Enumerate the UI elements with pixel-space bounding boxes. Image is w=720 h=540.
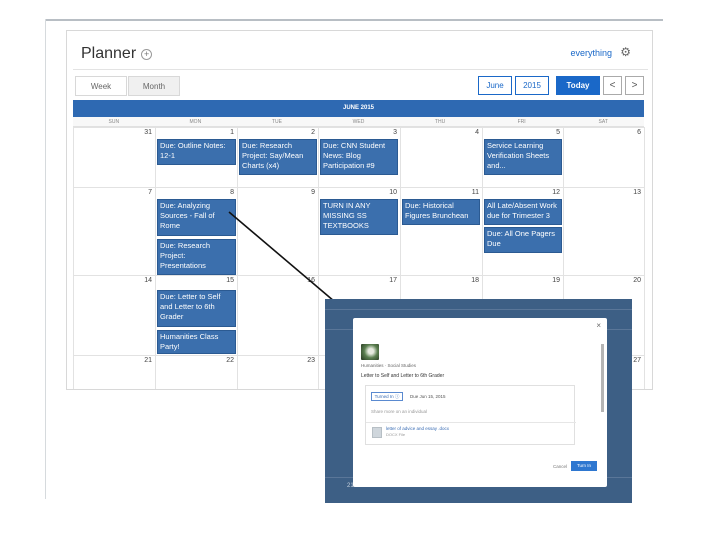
calendar-event[interactable]: Due: Research Project: Presentations	[157, 239, 236, 275]
attachment-link[interactable]: letter of advice and essay .docx	[386, 426, 449, 431]
assignment-popup-screenshot: 21 22 23 24 25 26 × Humanities · Social …	[325, 299, 632, 503]
weekday-wed: WED	[352, 119, 365, 125]
planner-header: Planner +	[81, 45, 153, 63]
calendar-event[interactable]: Due: Historical Figures Brunchean	[402, 199, 480, 225]
calendar-event[interactable]: Due: All One Pagers Due	[484, 227, 562, 253]
date-number[interactable]: 14	[132, 277, 152, 284]
calendar-event[interactable]: Due: Letter to Self and Letter to 6th Gr…	[157, 290, 236, 327]
today-button[interactable]: Today	[556, 76, 600, 95]
date-number[interactable]: 6	[621, 129, 641, 136]
slide-top-rule	[45, 19, 663, 21]
scrollbar[interactable]	[601, 344, 604, 412]
next-button[interactable]: >	[625, 76, 644, 95]
due-date: Due Jun 15, 2015	[410, 394, 446, 399]
turned-in-status[interactable]: Turned In ⓘ	[371, 392, 403, 401]
date-number[interactable]: 20	[621, 277, 641, 284]
date-number[interactable]: 8	[214, 189, 234, 196]
cancel-button[interactable]: Cancel	[553, 464, 567, 469]
day-divider	[318, 127, 319, 389]
date-number[interactable]: 2	[295, 129, 315, 136]
weekday-mon: MON	[189, 119, 202, 125]
date-number[interactable]: 3	[377, 129, 397, 136]
date-number[interactable]: 17	[377, 277, 397, 284]
date-number[interactable]: 23	[295, 357, 315, 364]
calendar-event[interactable]: Due: Outline Notes: 12-1	[157, 139, 236, 165]
date-number[interactable]: 15	[214, 277, 234, 284]
add-icon[interactable]: +	[141, 48, 153, 60]
filter-dropdown[interactable]: everything	[570, 48, 612, 58]
weekday-sat: SAT	[598, 119, 608, 125]
date-number[interactable]: 13	[621, 189, 641, 196]
calendar-event[interactable]: TURN IN ANY MISSING SS TEXTBOOKS	[320, 199, 398, 235]
file-icon	[372, 427, 382, 438]
calendar-event[interactable]: Humanities Class Party!	[157, 330, 236, 354]
attachment-type: DOCX File	[386, 432, 406, 437]
weekday-tue: TUE	[271, 119, 282, 125]
date-number[interactable]: 11	[459, 189, 479, 196]
weekday-sun: SUN	[108, 119, 120, 125]
panel-divider	[366, 422, 576, 423]
month-select[interactable]: June	[478, 76, 512, 95]
tab-week[interactable]: Week	[75, 76, 127, 96]
date-number[interactable]: 19	[540, 277, 560, 284]
slide: Planner + everything ⚙ Week Month June 2…	[0, 0, 720, 540]
date-number[interactable]: 16	[295, 277, 315, 284]
week-divider	[74, 275, 645, 276]
day-divider	[237, 127, 238, 389]
assignment-course: Humanities · Social Studies	[361, 363, 417, 368]
submission-panel: Turned In ⓘ Due Jun 15, 2015 Share more …	[365, 385, 576, 445]
week-divider	[74, 127, 645, 128]
weekday-thu: THU	[434, 119, 446, 125]
day-divider	[155, 127, 156, 389]
date-number[interactable]: 22	[214, 357, 234, 364]
page-title: Planner	[81, 45, 137, 62]
calendar-event[interactable]: Due: Analyzing Sources - Fall of Rome	[157, 199, 236, 236]
toolbar-divider	[73, 69, 648, 70]
week-divider	[74, 187, 645, 188]
date-number[interactable]: 10	[377, 189, 397, 196]
date-number[interactable]: 18	[459, 277, 479, 284]
date-number[interactable]: 5	[540, 129, 560, 136]
tab-month[interactable]: Month	[128, 76, 180, 96]
view-tabs: Week Month	[75, 76, 180, 96]
date-number[interactable]: 21	[132, 357, 152, 364]
date-number[interactable]: 4	[459, 129, 479, 136]
assignment-modal: × Humanities · Social Studies Letter to …	[353, 318, 607, 487]
date-number[interactable]: 9	[295, 189, 315, 196]
background-grid-line	[325, 309, 632, 310]
calendar-event[interactable]: Due: Research Project: Say/Mean Charts (…	[239, 139, 317, 175]
date-number[interactable]: 1	[214, 129, 234, 136]
prev-button[interactable]: <	[603, 76, 622, 95]
turn-in-button[interactable]: Turn In	[571, 461, 597, 471]
date-number[interactable]: 7	[132, 189, 152, 196]
day-divider	[644, 127, 645, 389]
date-number[interactable]: 31	[132, 129, 152, 136]
date-controls: June 2015 Today < >	[478, 76, 644, 95]
calendar-event[interactable]: All Late/Absent Work due for Trimester 3	[484, 199, 562, 225]
year-select[interactable]: 2015	[515, 76, 549, 95]
gear-icon[interactable]: ⚙	[620, 45, 631, 59]
calendar-event[interactable]: Due: CNN Student News: Blog Participatio…	[320, 139, 398, 175]
avatar	[361, 344, 379, 360]
close-icon[interactable]: ×	[596, 321, 601, 330]
calendar-event[interactable]: Service Learning Verification Sheets and…	[484, 139, 562, 175]
comment-input[interactable]: Share more on an individual	[371, 409, 427, 414]
slide-left-rule	[45, 19, 46, 499]
date-number[interactable]: 12	[540, 189, 560, 196]
assignment-title: Letter to Self and Letter to 6th Grader	[361, 373, 445, 379]
weekday-header: SUN MON TUE WED THU FRI SAT	[73, 117, 644, 127]
weekday-fri: FRI	[517, 119, 526, 125]
month-title: JUNE 2015	[73, 100, 644, 117]
